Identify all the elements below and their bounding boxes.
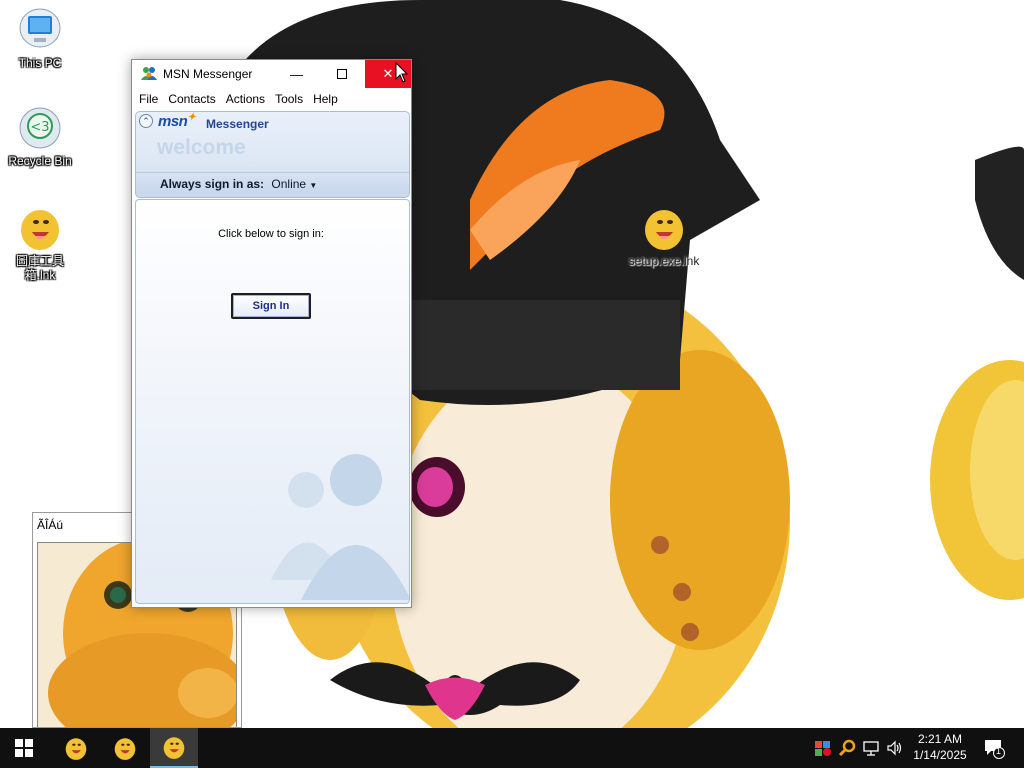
msn-buddy-icon — [141, 67, 157, 80]
maximize-button[interactable] — [319, 60, 364, 88]
taskbar-app-duck-3[interactable] — [150, 728, 198, 768]
butterfly-icon: ✦ — [187, 112, 196, 123]
close-icon: ✕ — [382, 66, 394, 81]
tray-network[interactable] — [860, 728, 882, 768]
status-dropdown[interactable]: Online ▼ — [271, 177, 317, 191]
title-bar[interactable]: MSN Messenger — ✕ — [132, 60, 411, 88]
minimize-button[interactable]: — — [274, 60, 319, 88]
menu-file[interactable]: File — [134, 92, 163, 106]
tray-network-error[interactable] — [812, 728, 834, 768]
duck-mascot-icon — [21, 210, 59, 250]
welcome-text: welcome — [157, 136, 246, 159]
duck-mascot-icon — [114, 738, 136, 760]
menu-bar: File Contacts Actions Tools Help — [132, 88, 411, 110]
desktop-icon-setup-shortcut[interactable]: setup.exe.lnk — [626, 204, 702, 268]
network-error-icon — [815, 741, 831, 756]
chevron-up-icon: ⌃ — [142, 116, 150, 126]
minimize-icon: — — [290, 66, 303, 82]
taskbar: 2:21 AM 1/14/2025 1 — [0, 728, 1024, 768]
menu-contacts[interactable]: Contacts — [163, 92, 220, 106]
duck-mascot-icon — [163, 737, 185, 759]
menu-tools[interactable]: Tools — [270, 92, 308, 106]
monitor-icon — [19, 8, 61, 48]
notification-icon — [985, 740, 1005, 759]
desktop-icon-label: setup.exe.lnk — [628, 254, 700, 268]
duck-mascot-icon — [65, 738, 87, 760]
notification-count: 1 — [996, 746, 1002, 756]
action-center-button[interactable]: 1 — [980, 728, 1008, 768]
desktop-icon-toolbox-shortcut[interactable]: 圖庫工具箱.lnk — [2, 204, 78, 282]
svg-text:<3: <3 — [30, 120, 49, 135]
msn-messenger-window[interactable]: MSN Messenger — ✕ File Contacts Actions … — [131, 59, 412, 608]
clock-time: 2:21 AM — [917, 732, 963, 746]
menu-help[interactable]: Help — [308, 92, 343, 106]
messenger-wordmark: Messenger — [206, 117, 269, 131]
sign-in-prompt: Click below to sign in: — [218, 228, 324, 240]
recycle-bin-icon: <3 — [19, 107, 61, 149]
always-sign-in-label: Always sign in as: — [160, 177, 265, 191]
collapse-header-button[interactable]: ⌃ — [139, 114, 153, 128]
maximize-icon — [336, 69, 347, 79]
tray-search[interactable] — [836, 728, 858, 768]
sign-in-panel: Click below to sign in: Sign In — [135, 199, 410, 604]
messenger-header: ⌃ msn✦ Messenger welcome Always sign in … — [135, 111, 410, 198]
windows-logo-icon — [15, 739, 33, 757]
taskbar-app-duck-1[interactable] — [52, 728, 100, 768]
menu-actions[interactable]: Actions — [221, 92, 270, 106]
mouse-cursor — [395, 62, 409, 83]
network-icon — [863, 741, 879, 756]
start-button[interactable] — [0, 728, 48, 768]
duck-mascot-icon — [645, 210, 683, 250]
dropdown-arrow-icon: ▼ — [309, 181, 318, 190]
desktop-icon-label: This PC — [18, 56, 62, 70]
window-title: MSN Messenger — [163, 67, 253, 81]
desktop-icon-label: 圖庫工具箱.lnk — [15, 254, 64, 282]
desktop-icon-label: Recycle Bin — [8, 154, 72, 168]
msn-logo: msn✦ — [158, 112, 196, 130]
system-clock[interactable]: 2:21 AM 1/14/2025 — [902, 728, 978, 768]
always-sign-in-row: Always sign in as: Online ▼ — [136, 172, 409, 194]
clock-date: 1/14/2025 — [913, 748, 967, 762]
sign-in-button[interactable]: Sign In — [231, 293, 311, 319]
desktop-icon-this-pc[interactable]: This PC — [2, 6, 78, 70]
taskbar-app-duck-2[interactable] — [101, 728, 149, 768]
search-tray-icon — [838, 739, 856, 757]
messenger-buddies-watermark — [271, 454, 409, 600]
desktop-icon-recycle-bin[interactable]: <3 Recycle Bin — [2, 104, 78, 168]
desktop: This PC <3 Recycle Bin 圖庫工具箱.lnk setup.e… — [0, 0, 1024, 728]
